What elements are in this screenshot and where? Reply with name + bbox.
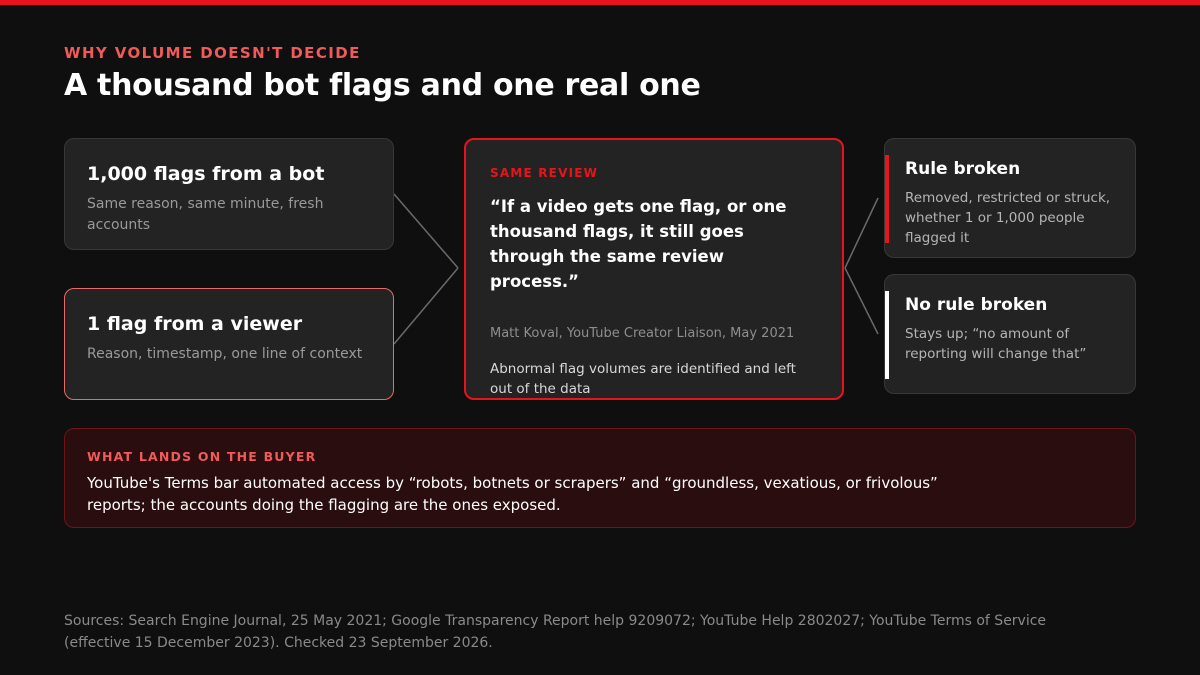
- bot-flags-title: 1,000 flags from a bot: [87, 163, 325, 185]
- sources-footnote: Sources: Search Engine Journal, 25 May 2…: [64, 613, 1047, 651]
- connector-viewer-to-review: [393, 267, 459, 345]
- rule-broken-text: Removed, restricted or struck, whether 1…: [905, 190, 1111, 246]
- bot-flags-subtitle: Same reason, same minute, fresh accounts: [87, 196, 324, 233]
- review-attribution: Matt Koval, YouTube Creator Liaison, May…: [490, 326, 795, 341]
- review-label: SAME REVIEW: [490, 166, 599, 180]
- bot-flags-card: 1,000 flags from a bot Same reason, same…: [64, 138, 394, 250]
- viewer-flag-title: 1 flag from a viewer: [87, 313, 303, 335]
- review-note: Abnormal flag volumes are identified and…: [490, 361, 796, 397]
- rule-broken-title: Rule broken: [905, 159, 1021, 179]
- no-rule-broken-accent: [885, 291, 889, 379]
- viewer-flag-subtitle: Reason, timestamp, one line of context: [87, 346, 363, 362]
- no-rule-broken-text: Stays up; “no amount of reporting will c…: [905, 326, 1087, 362]
- no-rule-broken-title: No rule broken: [905, 295, 1048, 315]
- buyer-callout: WHAT LANDS ON THE BUYER YouTube's Terms …: [64, 428, 1136, 528]
- review-quote: “If a video gets one flag, or one thousa…: [490, 197, 787, 291]
- connector-review-to-broken: [844, 197, 879, 269]
- same-review-card: SAME REVIEW “If a video gets one flag, o…: [464, 138, 844, 400]
- buyer-text: YouTube's Terms bar automated access by …: [87, 474, 938, 514]
- buyer-label: WHAT LANDS ON THE BUYER: [87, 449, 317, 464]
- rule-broken-accent: [885, 155, 889, 243]
- connector-review-to-unbroken: [844, 267, 879, 335]
- viewer-flag-card: 1 flag from a viewer Reason, timestamp, …: [64, 288, 394, 400]
- rule-broken-card: Rule broken Removed, restricted or struc…: [884, 138, 1136, 258]
- no-rule-broken-card: No rule broken Stays up; “no amount of r…: [884, 274, 1136, 394]
- connector-bot-to-review: [393, 193, 459, 269]
